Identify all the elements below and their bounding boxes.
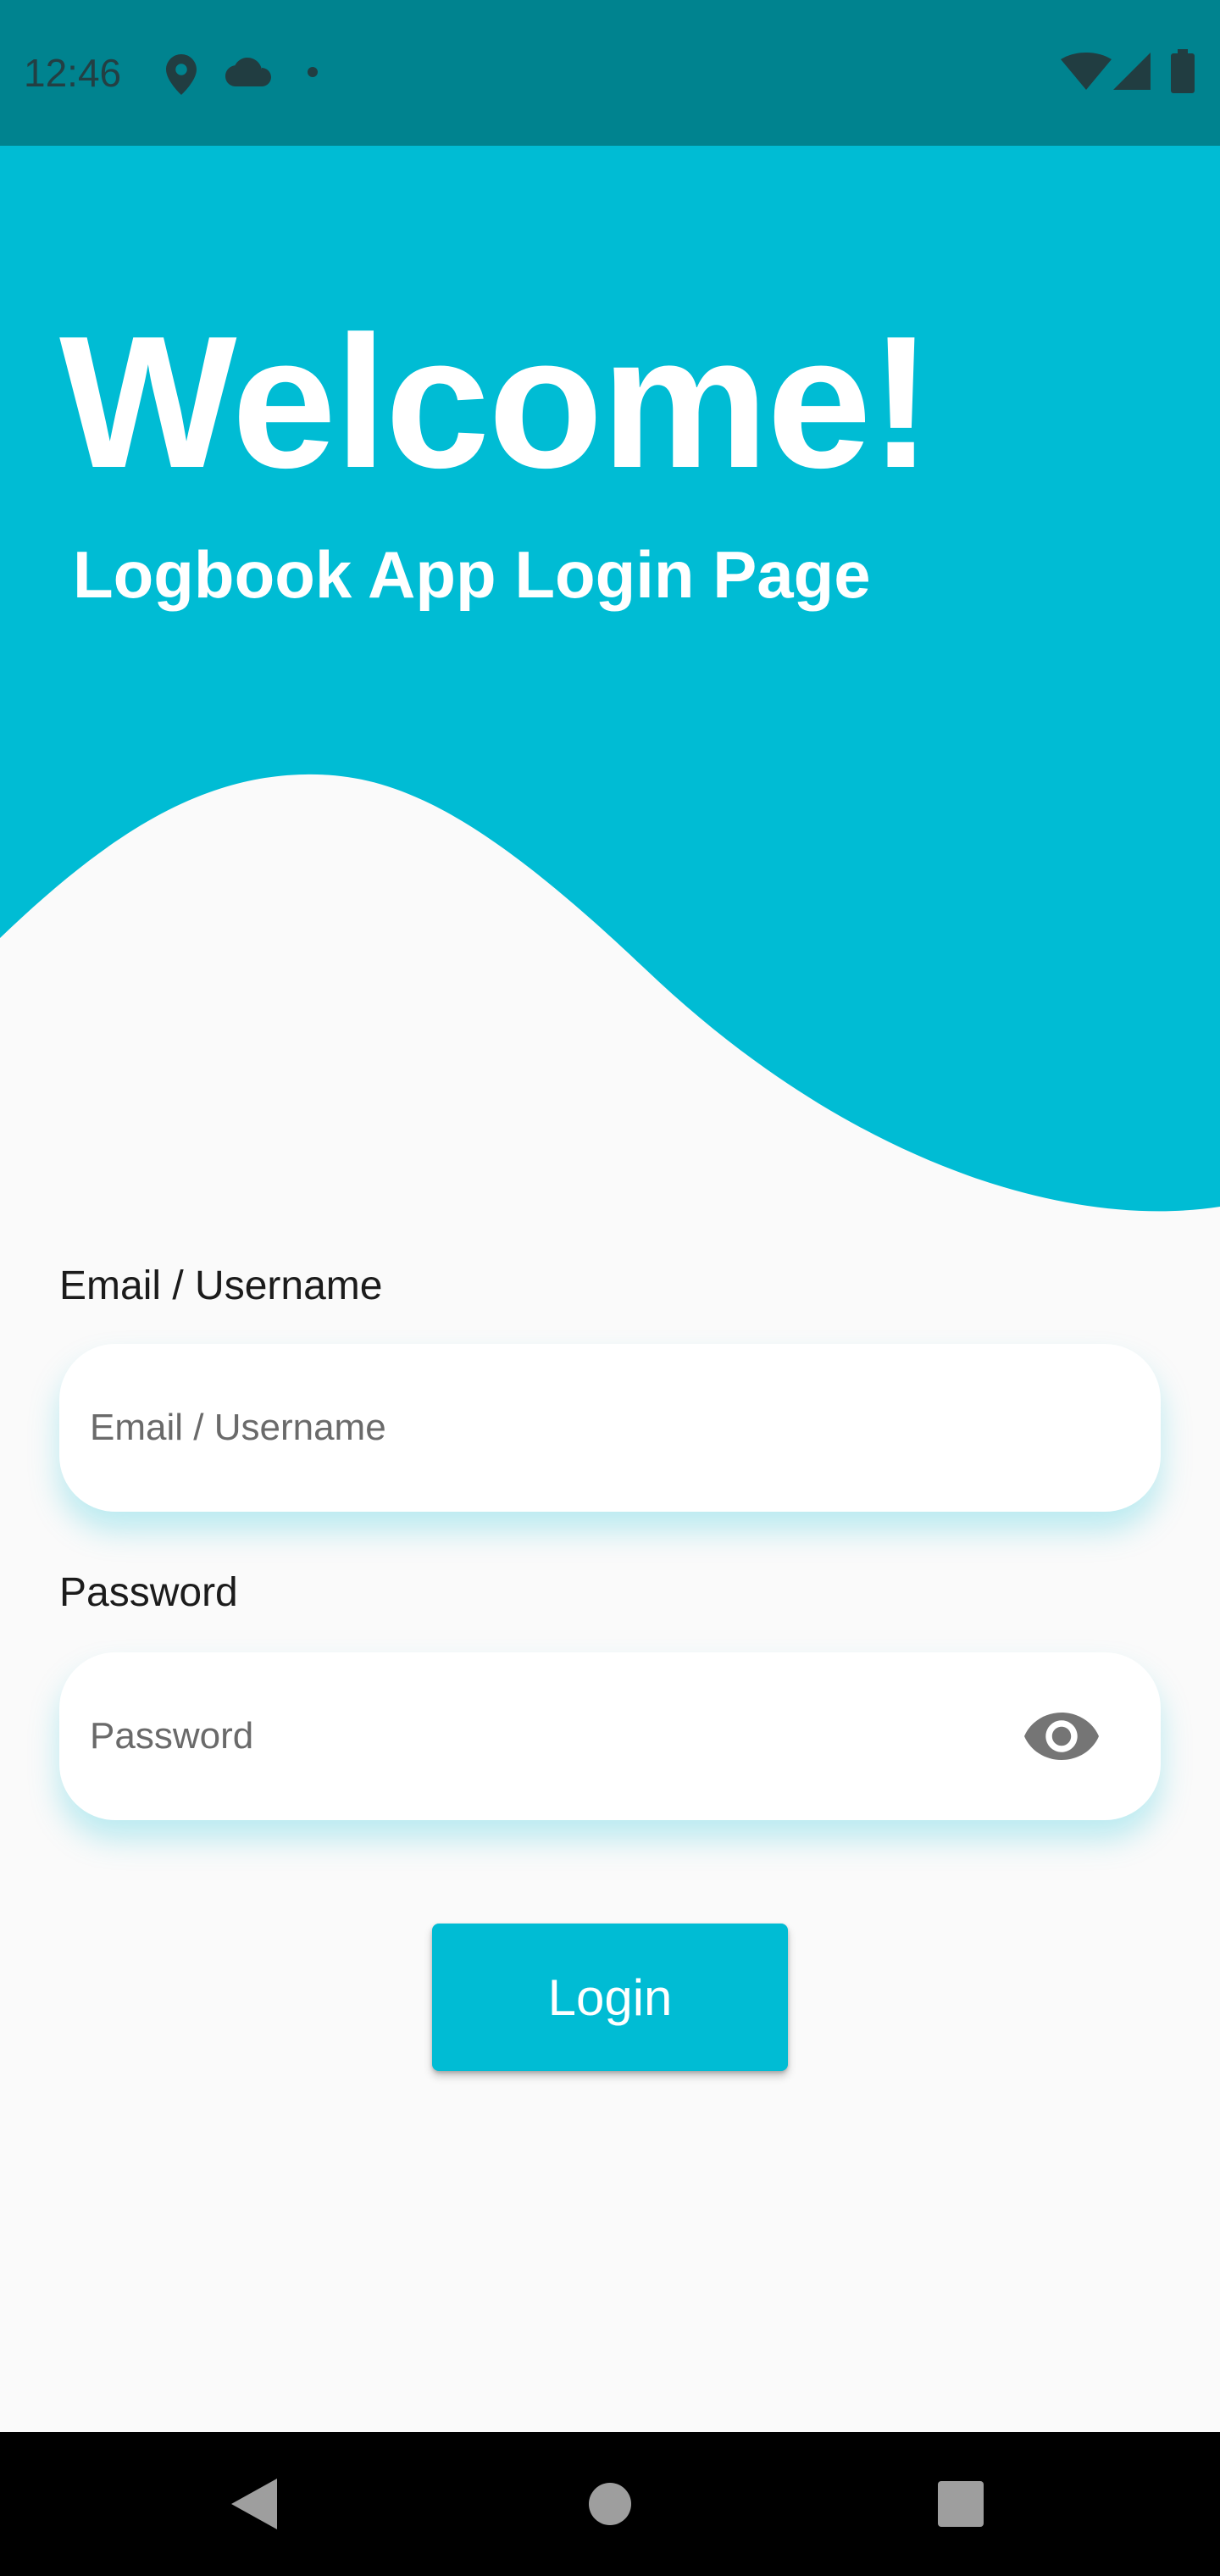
status-time: 12:46 <box>24 51 122 95</box>
battery-icon <box>1171 49 1195 93</box>
home-icon <box>589 2483 631 2525</box>
nav-home-button[interactable] <box>525 2432 695 2576</box>
page-title: Welcome! <box>59 297 933 508</box>
status-bar: 12:46 <box>0 0 1220 146</box>
cellular-signal-icon <box>1113 53 1151 90</box>
nav-back-button[interactable] <box>169 2432 339 2576</box>
login-button[interactable]: Login <box>432 1924 788 2071</box>
wifi-icon <box>1061 53 1112 90</box>
email-field[interactable] <box>90 1344 1022 1512</box>
show-password-toggle[interactable] <box>1023 1698 1100 1774</box>
email-field-container <box>59 1344 1161 1512</box>
navigation-bar <box>0 2432 1220 2576</box>
back-icon <box>231 2479 277 2529</box>
password-field-container <box>59 1652 1161 1820</box>
password-label: Password <box>59 1570 238 1615</box>
eye-icon <box>1024 1713 1099 1760</box>
location-icon <box>166 54 197 95</box>
notification-dot-icon <box>308 67 318 77</box>
email-label: Email / Username <box>59 1263 383 1308</box>
cloud-icon <box>225 58 271 86</box>
recents-icon <box>938 2481 984 2527</box>
password-field[interactable] <box>90 1652 971 1820</box>
page-subtitle: Logbook App Login Page <box>73 537 871 612</box>
nav-recents-button[interactable] <box>876 2432 1045 2576</box>
